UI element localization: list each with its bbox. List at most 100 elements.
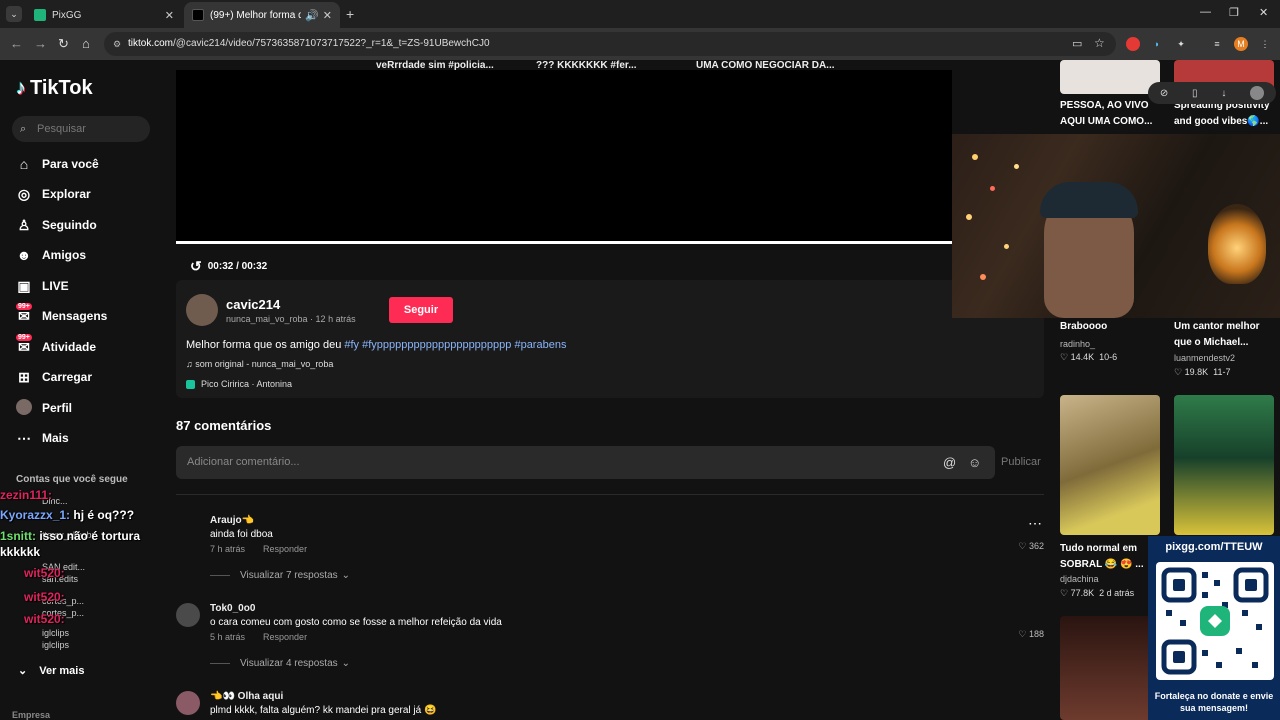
- comment-item: Tok0_0o0 o cara comeu com gosto como se …: [176, 603, 1046, 673]
- nav-live[interactable]: ▣ LIVE: [14, 274, 68, 298]
- tiktok-logo[interactable]: ♪ TikTok: [16, 77, 93, 100]
- location-link[interactable]: Pico Ciririca · Antonina: [186, 379, 292, 389]
- see-more-button[interactable]: ⌄ Ver mais: [18, 664, 85, 678]
- view-replies-button[interactable]: Visualizar 7 respostas ⌄: [210, 570, 350, 581]
- video-thumbnail[interactable]: [1060, 60, 1160, 94]
- nav-mais[interactable]: ⋯ Mais: [14, 426, 69, 450]
- replay-icon[interactable]: ↺: [190, 258, 202, 275]
- install-app-icon[interactable]: ▭: [1072, 37, 1082, 50]
- author-block[interactable]: cavic214 nunca_mai_vo_roba · 12 h atrás: [186, 294, 356, 326]
- tab-close-icon[interactable]: ✕: [323, 9, 332, 22]
- nav-carregar[interactable]: ⊞ Carregar: [14, 365, 92, 389]
- following-icon: ♙: [17, 216, 31, 233]
- browser-menu-icon[interactable]: ⋮: [1258, 37, 1272, 51]
- phone-icon[interactable]: ▯: [1192, 88, 1198, 99]
- chat-text: hj é oq???: [70, 508, 135, 522]
- chat-user: wit520:: [24, 590, 65, 604]
- chat-message: wit520:: [24, 566, 65, 580]
- chat-user: 1snitt:: [0, 529, 36, 543]
- nav-perfil[interactable]: Perfil: [14, 396, 72, 420]
- speaker-icon[interactable]: 🔊: [305, 9, 319, 22]
- comment-text: ainda foi dboa: [210, 529, 273, 540]
- nav-atividade[interactable]: ✉ 99+ Atividade: [14, 333, 96, 359]
- followed-account[interactable]: iglclips: [42, 628, 69, 638]
- tab-tiktok[interactable]: (99+) Melhor forma que os 🔊 ✕: [184, 2, 340, 28]
- video-caption[interactable]: PESSOA, AO VIVO: [1060, 98, 1149, 114]
- author-avatar[interactable]: [186, 294, 218, 326]
- activity-glyph: ✉: [18, 338, 30, 355]
- comment-avatar[interactable]: [176, 603, 200, 627]
- video-thumbnail[interactable]: [1060, 395, 1160, 535]
- comment-likes[interactable]: ♡ 188: [1018, 629, 1044, 640]
- video-caption[interactable]: Tudo normal em: [1060, 541, 1137, 557]
- tab-pixgg[interactable]: PixGG ✕: [26, 2, 182, 28]
- hashtag-link[interactable]: #fypppppppppppppppppppppp: [362, 339, 511, 351]
- video-thumbnail[interactable]: [1060, 616, 1160, 720]
- minimize-icon[interactable]: —: [1200, 6, 1211, 18]
- comment-user[interactable]: 👈👀 Olha aqui: [210, 691, 283, 702]
- video-player[interactable]: [176, 70, 952, 244]
- video-thumbnail[interactable]: [1174, 395, 1274, 535]
- nav-amigos[interactable]: ☻ Amigos: [14, 243, 86, 267]
- compass-icon[interactable]: ⊘: [1160, 88, 1168, 99]
- see-more-label: Ver mais: [39, 664, 85, 677]
- tab-close-icon[interactable]: ✕: [165, 9, 174, 22]
- download-icon[interactable]: ↓: [1221, 88, 1226, 99]
- comment-avatar[interactable]: [176, 691, 200, 715]
- comment-input[interactable]: Adicionar comentário...: [176, 446, 995, 479]
- reload-icon[interactable]: ↻: [58, 36, 69, 52]
- video-caption[interactable]: AQUI UMA COMO...: [1060, 114, 1152, 130]
- comment-avatar[interactable]: [176, 515, 200, 539]
- video-caption[interactable]: and good vibes🌎...: [1174, 114, 1268, 130]
- footer-empresa[interactable]: Empresa: [12, 710, 50, 720]
- donation-text: Fortaleça no donate e envie sua mensagem…: [1154, 691, 1274, 713]
- video-caption[interactable]: SOBRAL 😂 😍 ...: [1060, 557, 1144, 573]
- url-field[interactable]: ⚙ tiktok.com/@cavic214/video/75736358710…: [104, 32, 1116, 56]
- sound-link[interactable]: ♫ som original - nunca_mai_vo_roba: [186, 359, 333, 369]
- extension-red-icon[interactable]: [1126, 37, 1140, 51]
- media-controls-icon[interactable]: ≡: [1210, 37, 1224, 51]
- site-info-icon[interactable]: ⚙: [113, 32, 121, 56]
- nav-mensagens[interactable]: ✉ 99+ Mensagens: [14, 302, 107, 328]
- hashtag-link[interactable]: #fy: [344, 339, 359, 351]
- back-icon[interactable]: ←: [10, 36, 23, 51]
- profile-avatar-icon[interactable]: M: [1234, 37, 1248, 51]
- follow-button[interactable]: Seguir: [389, 297, 453, 323]
- location-pin-icon: [186, 379, 195, 389]
- followed-account[interactable]: iglclips: [42, 640, 69, 650]
- avatar[interactable]: [1250, 86, 1265, 100]
- reply-button[interactable]: Responder: [263, 544, 307, 554]
- video-author[interactable]: djdachina: [1060, 574, 1099, 584]
- view-replies-button[interactable]: Visualizar 4 respostas ⌄: [210, 658, 350, 669]
- new-tab-button[interactable]: +: [346, 6, 354, 22]
- video-caption[interactable]: Braboooo: [1060, 319, 1107, 335]
- publish-button[interactable]: Publicar: [1001, 456, 1041, 468]
- comment-user[interactable]: Araujo👈: [210, 515, 254, 526]
- nav-explorar[interactable]: ◎ Explorar: [14, 182, 91, 206]
- video-author[interactable]: luanmendestv2: [1174, 353, 1235, 363]
- emoji-icon[interactable]: ☺: [968, 455, 981, 470]
- forward-icon[interactable]: →: [34, 36, 47, 51]
- search-input[interactable]: ⌕ Pesquisar: [12, 116, 150, 142]
- extension-audio-icon[interactable]: ◗: [1150, 37, 1164, 51]
- comment-user[interactable]: Tok0_0o0: [210, 603, 255, 614]
- messages-icon: ✉ 99+: [14, 302, 34, 325]
- video-progress-bar[interactable]: [176, 241, 952, 244]
- nav-seguindo[interactable]: ♙ Seguindo: [14, 213, 97, 237]
- extensions-puzzle-icon[interactable]: ✦: [1174, 37, 1188, 51]
- video-time: ↺ 00:32 / 00:32: [190, 258, 267, 275]
- reply-button[interactable]: Responder: [263, 632, 307, 642]
- hashtag-link[interactable]: #parabens: [514, 339, 566, 351]
- mention-icon[interactable]: @: [943, 455, 956, 470]
- restore-icon[interactable]: ❐: [1229, 6, 1239, 19]
- nav-para-voce[interactable]: ⌂ Para você: [14, 152, 99, 176]
- video-caption[interactable]: Um cantor melhor: [1174, 319, 1260, 335]
- video-author[interactable]: radinho_: [1060, 339, 1095, 349]
- window-close-icon[interactable]: ✕: [1259, 6, 1268, 19]
- comment-likes[interactable]: ♡ 362: [1018, 541, 1044, 552]
- video-caption[interactable]: que o Michael...: [1174, 335, 1248, 351]
- author-name[interactable]: cavic214: [226, 297, 356, 312]
- bookmark-star-icon[interactable]: ☆: [1094, 36, 1105, 50]
- tab-search-button[interactable]: ⌄: [6, 6, 22, 22]
- home-icon[interactable]: ⌂: [82, 36, 90, 51]
